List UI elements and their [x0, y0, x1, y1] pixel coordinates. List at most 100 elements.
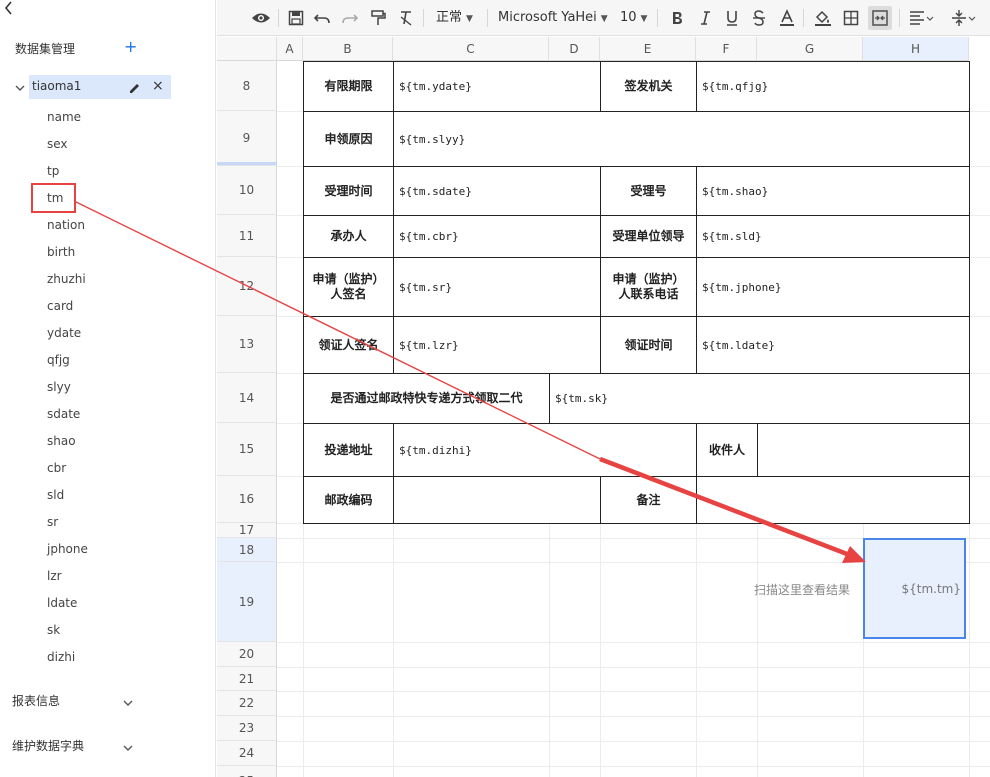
row-header-25[interactable]: 25 — [217, 766, 277, 777]
field-item-zhuzhi[interactable]: zhuzhi — [47, 270, 86, 288]
label-cell-r9-lbl1[interactable]: 申领原因 — [303, 111, 394, 167]
row-header-10[interactable]: 10 — [217, 166, 277, 215]
label-cell-r11-lbl2[interactable]: 受理单位领导 — [600, 215, 697, 258]
strikethrough-icon[interactable] — [752, 8, 766, 28]
value-cell-r10-val2[interactable]: ${tm.shao} — [696, 166, 970, 216]
fill-color-icon[interactable] — [814, 8, 832, 28]
row-header-18[interactable]: 18 — [217, 538, 277, 562]
underline-icon[interactable] — [725, 8, 739, 28]
chevron-down-icon[interactable] — [14, 79, 26, 91]
row-header-20[interactable]: 20 — [217, 642, 277, 667]
field-item-shao[interactable]: shao — [47, 432, 76, 450]
row-header-8[interactable]: 8 — [217, 61, 277, 111]
value-cell-r8-val2[interactable]: ${tm.qfjg} — [696, 61, 970, 112]
field-item-qfjg[interactable]: qfjg — [47, 351, 70, 369]
value-cell-r16-val2[interactable] — [696, 476, 970, 524]
value-cell-r11-val1[interactable]: ${tm.cbr} — [393, 215, 601, 258]
row-header-24[interactable]: 24 — [217, 741, 277, 766]
merge-cells-icon[interactable] — [868, 6, 892, 30]
column-header-F[interactable]: F — [696, 37, 757, 61]
close-dataset-button[interactable]: × — [152, 78, 164, 94]
eye-icon[interactable] — [251, 8, 271, 28]
italic-icon[interactable] — [698, 8, 712, 28]
spreadsheet-grid[interactable]: ABCDEFGH 8 9 10 11 12 13 14 15 16 17 18 19 20 21 22 23 2… — [217, 37, 990, 777]
label-cell-r16-lbl1[interactable]: 邮政编码 — [303, 476, 394, 524]
column-header-C[interactable]: C — [393, 37, 549, 61]
row-header-23[interactable]: 23 — [217, 716, 277, 741]
selected-cell-h19[interactable]: ${tm.tm} — [863, 538, 966, 639]
field-item-dizhi[interactable]: dizhi — [47, 648, 75, 666]
field-item-tm[interactable]: tm — [31, 183, 76, 213]
borders-icon[interactable] — [843, 8, 859, 28]
row-header-15[interactable]: 15 — [217, 423, 277, 476]
column-header-G[interactable]: G — [757, 37, 863, 61]
label-cell-r13-lbl1[interactable]: 领证人签名 — [303, 316, 394, 374]
row-header-14[interactable]: 14 — [217, 373, 277, 423]
label-cell-r12-lbl2[interactable]: 申请（监护）人联系电话 — [600, 257, 697, 317]
dataset-item-tiaoma1[interactable]: tiaoma1 × — [29, 75, 171, 99]
add-dataset-button[interactable]: + — [124, 37, 137, 57]
field-item-cbr[interactable]: cbr — [47, 459, 66, 477]
field-item-sr[interactable]: sr — [47, 513, 58, 531]
value-cell-r15-val1[interactable]: ${tm.dizhi} — [393, 423, 697, 477]
row-header-13[interactable]: 13 — [217, 316, 277, 373]
label-cell-r11-lbl1[interactable]: 承办人 — [303, 215, 394, 258]
undo-icon[interactable] — [313, 8, 331, 28]
column-header-B[interactable]: B — [303, 37, 393, 61]
back-chevron-icon[interactable] — [3, 0, 17, 15]
column-header-H[interactable]: H — [863, 37, 969, 61]
field-item-tp[interactable]: tp — [47, 162, 59, 180]
value-cell-r10-val1[interactable]: ${tm.sdate} — [393, 166, 601, 216]
value-cell-r12-val1[interactable]: ${tm.sr} — [393, 257, 601, 317]
save-icon[interactable] — [288, 8, 304, 28]
row-header-9[interactable]: 9 — [217, 111, 277, 166]
label-cell-r12-lbl1[interactable]: 申请（监护）人签名 — [303, 257, 394, 317]
field-item-birth[interactable]: birth — [47, 243, 75, 261]
value-cell-r8-val1[interactable]: ${tm.ydate} — [393, 61, 601, 112]
font-size-dropdown[interactable]: 10 ▼ — [620, 8, 647, 28]
value-cell-r11-val2[interactable]: ${tm.sld} — [696, 215, 970, 258]
value-cell-r13-val2[interactable]: ${tm.ldate} — [696, 316, 970, 374]
font-color-icon[interactable] — [779, 8, 795, 28]
value-cell-r9-val1[interactable]: ${tm.slyy} — [393, 111, 970, 167]
column-header-D[interactable]: D — [549, 37, 600, 61]
bold-icon[interactable] — [670, 8, 684, 28]
row-header-12[interactable]: 12 — [217, 257, 277, 316]
number-format-dropdown[interactable]: 正常 ▼ — [436, 8, 473, 28]
value-cell-r14-val1[interactable]: ${tm.sk} — [549, 373, 970, 424]
chevron-down-icon[interactable] — [122, 739, 134, 751]
label-cell-r15-lbl1[interactable]: 投递地址 — [303, 423, 394, 477]
font-family-dropdown[interactable]: Microsoft YaHei ▼ — [498, 8, 608, 28]
align-horizontal-icon[interactable] — [909, 8, 937, 28]
label-cell-r10-lbl2[interactable]: 受理号 — [600, 166, 697, 216]
redo-icon[interactable] — [341, 8, 359, 28]
field-item-sld[interactable]: sld — [47, 486, 64, 504]
field-item-lzr[interactable]: lzr — [47, 567, 62, 585]
label-cell-r8-lbl2[interactable]: 签发机关 — [600, 61, 697, 112]
value-cell-r16-val1[interactable] — [393, 476, 601, 524]
format-painter-icon[interactable] — [370, 8, 386, 28]
label-cell-r15-lbl2[interactable]: 收件人 — [696, 423, 758, 477]
select-all-corner[interactable] — [217, 37, 277, 61]
field-item-slyy[interactable]: slyy — [47, 378, 71, 396]
field-item-ydate[interactable]: ydate — [47, 324, 81, 342]
section-report-info[interactable]: 报表信息 — [12, 692, 60, 709]
pencil-icon[interactable] — [128, 80, 141, 93]
field-item-sex[interactable]: sex — [47, 135, 68, 153]
section-data-dictionary[interactable]: 维护数据字典 — [12, 737, 84, 754]
row-header-16[interactable]: 16 — [217, 476, 277, 523]
label-cell-r10-lbl1[interactable]: 受理时间 — [303, 166, 394, 216]
label-cell-r14-lbl1[interactable]: 是否通过邮政特快专递方式领取二代 — [303, 373, 550, 424]
field-item-card[interactable]: card — [47, 297, 73, 315]
column-header-A[interactable]: A — [277, 37, 303, 61]
field-item-nation[interactable]: nation — [47, 216, 85, 234]
align-vertical-icon[interactable] — [951, 8, 979, 28]
row-header-17[interactable]: 17 — [217, 523, 277, 538]
row-header-21[interactable]: 21 — [217, 667, 277, 691]
clear-format-icon[interactable] — [398, 8, 414, 28]
field-item-name[interactable]: name — [47, 108, 81, 126]
chevron-down-icon[interactable] — [122, 694, 134, 706]
field-item-jphone[interactable]: jphone — [47, 540, 88, 558]
value-cell-r12-val2[interactable]: ${tm.jphone} — [696, 257, 970, 317]
row-header-19[interactable]: 19 — [217, 562, 277, 642]
